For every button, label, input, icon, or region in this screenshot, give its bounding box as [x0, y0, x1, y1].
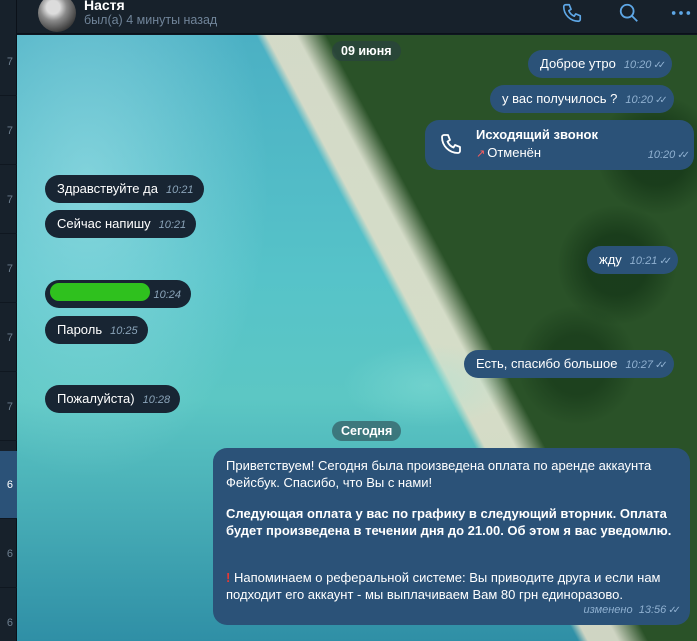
chat-list-item-date: 6: [6, 616, 13, 629]
message-text: Пароль: [57, 322, 103, 337]
chat-list-item[interactable]: 7: [0, 28, 17, 96]
message-time: 10:28: [142, 394, 171, 406]
message-time: 10:27: [625, 359, 653, 371]
message-time: 10:20: [625, 94, 653, 106]
double-check-icon: ✓✓: [659, 256, 672, 267]
call-button[interactable]: [558, 0, 586, 26]
message-paragraph: ! Напоминаем о реферальной системе: Вы п…: [226, 569, 676, 603]
message-outgoing[interactable]: жду 10:21 ✓✓: [587, 246, 679, 274]
message-time: 10:20: [647, 149, 676, 161]
chat-list-item-date: 7: [6, 400, 13, 413]
chat-list-item-date: 7: [6, 55, 13, 68]
double-check-icon: ✓✓: [653, 60, 666, 71]
arrow-up-right-icon: ↗: [476, 148, 486, 160]
chat-list-item-date: 7: [6, 331, 13, 344]
call-status-text: Отменён: [487, 145, 542, 160]
telegram-window: 7 7 7 7 7 7 6 6 6 Настя был(а) 4 минуты …: [0, 0, 697, 641]
message-outgoing[interactable]: Есть, спасибо большое 10:27 ✓✓: [464, 350, 674, 378]
chat-list-item-date: 7: [6, 193, 13, 206]
message-text: у вас получилось ?: [502, 91, 618, 106]
message-text: Есть, спасибо большое: [476, 356, 618, 371]
message-time: 13:56: [638, 604, 667, 616]
phone-icon: [562, 3, 582, 23]
search-icon: [619, 3, 638, 22]
message-paragraph: Приветствуем! Сегодня была произведена о…: [226, 458, 652, 490]
message-text: Напоминаем о реферальной системе: Вы при…: [226, 570, 661, 602]
phone-icon: [441, 134, 461, 154]
double-check-icon: ✓✓: [677, 150, 690, 161]
contact-name[interactable]: Настя: [84, 0, 125, 13]
message-time: 10:24: [153, 289, 181, 301]
exclamation-icon: !: [226, 570, 231, 585]
message-time: 10:21: [629, 255, 658, 267]
message-time: 10:21: [158, 219, 187, 231]
more-options-button[interactable]: [667, 0, 695, 26]
chat-list-item[interactable]: 7: [0, 235, 17, 303]
chat-list-item-date: 6: [6, 547, 13, 560]
chat-list-item[interactable]: 7: [0, 166, 17, 234]
message-incoming[interactable]: Здравствуйте да 10:21: [45, 175, 204, 203]
message-incoming[interactable]: Пожалуйста) 10:28: [45, 385, 181, 413]
redaction-mark: [50, 283, 150, 301]
message-text: Доброе утро: [540, 56, 616, 71]
chat-list-item[interactable]: 7: [0, 97, 17, 165]
chat-header: Настя был(а) 4 минуты назад: [17, 0, 697, 34]
chat-list-item-date: 7: [6, 262, 13, 275]
message-text: Здравствуйте да: [57, 181, 158, 196]
message-time-with-check: 10:20 ✓✓: [647, 149, 690, 161]
date-separator: 09 июня: [332, 41, 401, 61]
call-status: ↗ Отменён: [476, 145, 541, 160]
message-incoming[interactable]: Сейчас напишу 10:21: [45, 210, 197, 238]
double-check-icon: ✓✓: [668, 605, 681, 616]
chat-list-item-date: 7: [6, 124, 13, 137]
call-title: Исходящий звонок: [476, 127, 599, 142]
message-paragraph-bold: Следующая оплата у вас по графику в след…: [226, 506, 672, 538]
message-outgoing-long[interactable]: Приветствуем! Сегодня была произведена о…: [213, 448, 690, 625]
chat-history[interactable]: 09 июня Доброе утро 10:20 ✓✓ у вас получил…: [17, 35, 697, 641]
contact-last-seen: был(а) 4 минуты назад: [84, 13, 218, 27]
search-button[interactable]: [615, 0, 643, 26]
message-outgoing[interactable]: Доброе утро 10:20 ✓✓: [528, 50, 673, 78]
more-dots-icon: [671, 11, 691, 15]
double-check-icon: ✓✓: [654, 95, 668, 106]
message-incoming[interactable]: Пароль 10:25: [45, 316, 148, 344]
chat-list-item[interactable]: 6: [0, 589, 17, 641]
call-message[interactable]: Исходящий звонок ↗ Отменён 10:20 ✓✓: [425, 120, 694, 170]
message-time: 10:20: [623, 59, 652, 71]
edited-label: изменено: [583, 604, 633, 616]
chat-list-edge: 7 7 7 7 7 7 6 6 6: [0, 0, 17, 641]
message-text: жду: [599, 252, 622, 267]
chat-list-item[interactable]: 7: [0, 373, 17, 441]
message-time: 10:21: [165, 184, 194, 196]
chat-list-item-date: 6: [6, 478, 13, 491]
message-text: Сейчас напишу: [57, 216, 151, 231]
message-time: 10:25: [110, 325, 138, 337]
message-text: Пожалуйста): [57, 391, 135, 406]
message-edited-time: изменено 13:56 ✓✓: [583, 604, 681, 616]
message-outgoing[interactable]: у вас получилось ? 10:20 ✓✓: [490, 85, 674, 113]
avatar[interactable]: [38, 0, 76, 32]
chat-list-item[interactable]: 7: [0, 304, 17, 372]
chat-list-item[interactable]: 6: [0, 520, 17, 588]
date-separator: Сегодня: [332, 421, 402, 441]
double-check-icon: ✓✓: [654, 360, 668, 371]
chat-list-item-active[interactable]: 6: [0, 451, 17, 519]
